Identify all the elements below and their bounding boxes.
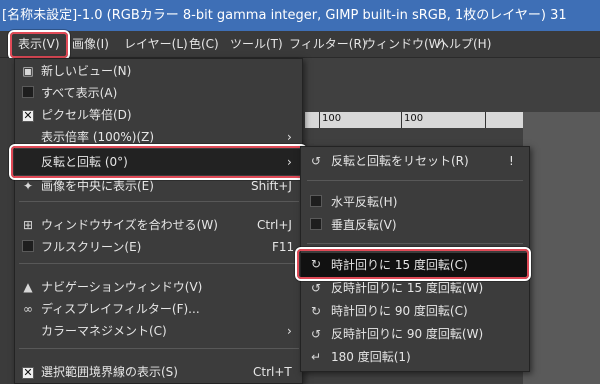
menu-filters[interactable]: フィルター(R) (289, 31, 366, 57)
menu-separator (19, 348, 299, 349)
checkbox-off-icon (309, 195, 323, 209)
view-menu-highlight (10, 32, 68, 58)
reset-icon: ↺ (310, 154, 322, 168)
menu-item-shrink-wrap[interactable]: ⊞ ウィンドウサイズを合わせる(W) Ctrl+J (15, 214, 302, 236)
menu-separator (307, 243, 523, 244)
new-view-icon: ▣ (22, 64, 34, 78)
navigation-icon: ▲ (23, 280, 33, 294)
window-title-bar: [名称未設定]-1.0 (RGBカラー 8-bit gamma integer,… (0, 0, 600, 31)
menu-layer[interactable]: レイヤー(L) (124, 31, 188, 57)
menu-item-display-filters[interactable]: ∞ ディスプレイフィルター(F)... (15, 298, 302, 320)
ruler-label: 100 (322, 113, 342, 124)
menu-item-rotate-180[interactable]: ↵ 180 度回転(1) (301, 346, 529, 368)
rotate-15-cw-highlight (297, 249, 529, 279)
view-menu-dropdown: ▣ 新しいビュー(N) すべて表示(A) ✕ ピクセル等倍(D) 表示倍率 (1… (14, 58, 303, 384)
menu-item-rotate-90-ccw[interactable]: ↺ 反時計回りに 90 度回転(W) (301, 323, 529, 345)
rotate-180-icon: ↵ (310, 350, 322, 364)
rotate-cw-icon: ↻ (310, 304, 322, 318)
rotate-ccw-icon: ↺ (310, 281, 322, 295)
center-icon: ✦ (22, 179, 34, 193)
menu-item-center-image[interactable]: ✦ 画像を中央に表示(E) Shift+J (15, 175, 302, 197)
menu-item-dot-for-dot[interactable]: ✕ ピクセル等倍(D) (15, 104, 302, 126)
menu-item-navigation-window[interactable]: ▲ ナビゲーションウィンドウ(V) (15, 276, 302, 298)
menu-item-fullscreen[interactable]: フルスクリーン(E) F11 (15, 236, 302, 258)
display-filter-icon: ∞ (23, 302, 33, 316)
menu-item-rotate-15-ccw[interactable]: ↺ 反時計回りに 15 度回転(W) (301, 277, 529, 299)
menu-item-reset-flip-rotate[interactable]: ↺ 反転と回転をリセット(R) ! (301, 150, 529, 172)
menu-item-rotate-90-cw[interactable]: ↻ 時計回りに 90 度回転(C) (301, 300, 529, 322)
checkbox-off-icon (21, 240, 35, 254)
menu-item-flip-horizontal[interactable]: 水平反転(H) (301, 191, 529, 213)
menu-separator (19, 201, 299, 202)
ruler-label: 100 (404, 113, 424, 124)
checkbox-off-icon (309, 218, 323, 232)
menu-windows[interactable]: ウィンドウ(W) (364, 31, 445, 57)
horizontal-ruler: 100 100 (305, 112, 523, 128)
chevron-right-icon: › (287, 324, 292, 338)
menu-image[interactable]: 画像(I) (72, 31, 109, 57)
checkbox-off-icon (21, 86, 35, 100)
menu-bar: 表示(V) 画像(I) レイヤー(L) 色(C) ツール(T) フィルター(R)… (0, 31, 600, 58)
menu-item-flip-vertical[interactable]: 垂直反転(V) (301, 214, 529, 236)
menu-item-show-selection[interactable]: ✕ 選択範囲境界線の表示(S) Ctrl+T (15, 361, 302, 383)
window-title: [名称未設定]-1.0 (RGBカラー 8-bit gamma integer,… (2, 8, 567, 23)
menu-item-new-view[interactable]: ▣ 新しいビュー(N) (15, 60, 302, 82)
menu-item-show-all[interactable]: すべて表示(A) (15, 82, 302, 104)
checkbox-on-icon: ✕ (22, 109, 34, 122)
menu-item-zoom[interactable]: 表示倍率 (100%)(Z) › (15, 126, 302, 148)
menu-item-color-management[interactable]: カラーマネジメント(C) › (15, 320, 302, 342)
shrink-wrap-icon: ⊞ (22, 218, 34, 232)
checkbox-on-icon: ✕ (22, 366, 34, 379)
rotate-ccw-icon: ↺ (310, 327, 322, 341)
menu-help[interactable]: ヘルプ(H) (437, 31, 491, 57)
menu-separator (307, 180, 523, 181)
flip-rotate-highlight (11, 146, 305, 178)
toolbox-strip (0, 58, 14, 384)
menu-separator (19, 263, 299, 264)
menu-colors[interactable]: 色(C) (189, 31, 219, 57)
canvas-background (523, 112, 600, 384)
menu-tools[interactable]: ツール(T) (230, 31, 283, 57)
chevron-right-icon: › (287, 130, 292, 144)
